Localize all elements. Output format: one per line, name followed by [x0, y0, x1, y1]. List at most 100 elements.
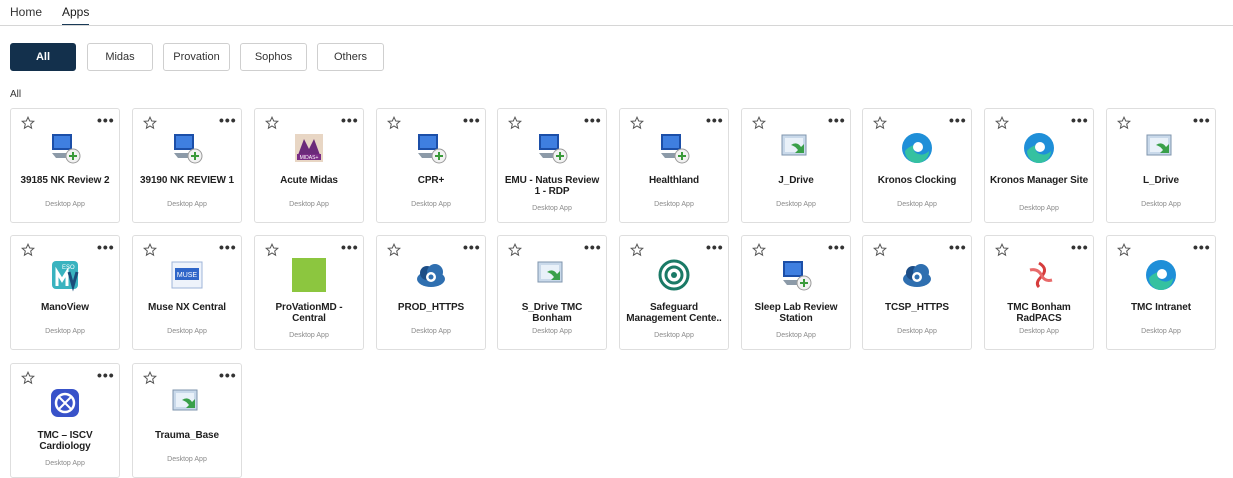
more-options-icon[interactable]: •••	[341, 240, 359, 254]
filter-midas-button[interactable]: Midas	[87, 43, 153, 71]
favorite-star-icon[interactable]	[507, 115, 523, 130]
app-tile[interactable]: ••• EMU - Natus Review 1 - RDP Desktop App	[497, 108, 607, 223]
favorite-star-icon[interactable]	[20, 115, 36, 130]
favorite-star-icon[interactable]	[1116, 242, 1132, 257]
app-name: J_Drive	[778, 175, 814, 186]
app-tile[interactable]: ••• Sleep Lab Review Station Desktop App	[741, 235, 851, 350]
favorite-star-icon[interactable]	[629, 115, 645, 130]
favorite-star-icon[interactable]	[142, 115, 158, 130]
favorite-star-icon[interactable]	[142, 242, 158, 257]
filter-provation-button[interactable]: Provation	[163, 43, 230, 71]
favorite-star-icon[interactable]	[386, 242, 402, 257]
more-options-icon[interactable]: •••	[949, 113, 967, 127]
more-options-icon[interactable]: •••	[341, 113, 359, 127]
app-name: ProVationMD - Central	[275, 302, 343, 324]
filter-sophos-button[interactable]: Sophos	[240, 43, 307, 71]
app-tile[interactable]: ••• PROD_HTTPS Desktop App	[376, 235, 486, 350]
favorite-star-icon[interactable]	[20, 242, 36, 257]
favorite-star-icon[interactable]	[872, 115, 888, 130]
app-type-label: Desktop App	[654, 201, 694, 208]
app-name: Kronos Manager Site	[989, 175, 1089, 186]
svg-text:ESO: ESO	[62, 265, 75, 271]
app-type-label: Desktop App	[167, 456, 207, 463]
favorite-star-icon[interactable]	[264, 242, 280, 257]
app-name: S_Drive TMC Bonham	[521, 302, 583, 324]
safeguard-gear-icon	[657, 258, 691, 292]
favorite-star-icon[interactable]	[751, 115, 767, 130]
more-options-icon[interactable]: •••	[1071, 113, 1089, 127]
more-options-icon[interactable]: •••	[97, 368, 115, 382]
more-options-icon[interactable]: •••	[1193, 240, 1211, 254]
app-name: TMC – ISCV Cardiology	[37, 430, 93, 452]
app-name: PROD_HTTPS	[397, 302, 465, 313]
app-tile[interactable]: ••• ProVationMD - Central Desktop App	[254, 235, 364, 350]
nav-tab-home[interactable]: Home	[10, 5, 42, 19]
app-type-label: Desktop App	[776, 332, 816, 339]
more-options-icon[interactable]: •••	[584, 240, 602, 254]
app-tile[interactable]: ••• Healthland Desktop App	[619, 108, 729, 223]
favorite-star-icon[interactable]	[386, 115, 402, 130]
app-tile[interactable]: ••• TMC Intranet Desktop App	[1106, 235, 1216, 350]
app-type-label: Desktop App	[289, 332, 329, 339]
app-tile[interactable]: ••• TMC Bonham RadPACS Desktop App	[984, 235, 1094, 350]
app-tile[interactable]: ••• 39185 NK Review 2 Desktop App	[10, 108, 120, 223]
more-options-icon[interactable]: •••	[1071, 240, 1089, 254]
more-options-icon[interactable]: •••	[706, 113, 724, 127]
favorite-star-icon[interactable]	[629, 242, 645, 257]
app-name: ManoView	[41, 302, 89, 313]
more-options-icon[interactable]: •••	[1193, 113, 1211, 127]
nav-tab-apps[interactable]: Apps	[62, 5, 90, 26]
muse-logo-icon: MUSE	[170, 258, 204, 292]
app-tile[interactable]: ••• L_Drive Desktop App	[1106, 108, 1216, 223]
favorite-star-icon[interactable]	[994, 242, 1010, 257]
more-options-icon[interactable]: •••	[949, 240, 967, 254]
svg-text:MIDAS+: MIDAS+	[300, 155, 319, 161]
more-options-icon[interactable]: •••	[706, 240, 724, 254]
app-tile[interactable]: ••• Kronos Clocking Desktop App	[862, 108, 972, 223]
more-options-icon[interactable]: •••	[584, 113, 602, 127]
more-options-icon[interactable]: •••	[828, 240, 846, 254]
app-type-label: Desktop App	[897, 328, 937, 335]
app-tile[interactable]: ••• MIDAS+ Acute Midas Desktop App	[254, 108, 364, 223]
folder-shortcut-icon	[1144, 131, 1178, 165]
more-options-icon[interactable]: •••	[219, 368, 237, 382]
app-tile[interactable]: ••• MUSE Muse NX Central Desktop App	[132, 235, 242, 350]
more-options-icon[interactable]: •••	[463, 240, 481, 254]
app-tile[interactable]: ••• Safeguard Management Cente.. Desktop A…	[619, 235, 729, 350]
more-options-icon[interactable]: •••	[219, 113, 237, 127]
edge-browser-icon	[900, 131, 934, 165]
app-name: Muse NX Central	[148, 302, 226, 313]
app-tile[interactable]: ••• ESO ManoView Desktop App	[10, 235, 120, 350]
favorite-star-icon[interactable]	[507, 242, 523, 257]
favorite-star-icon[interactable]	[1116, 115, 1132, 130]
favorite-star-icon[interactable]	[142, 370, 158, 385]
app-tile[interactable]: ••• S_Drive TMC Bonham Desktop App	[497, 235, 607, 350]
favorite-star-icon[interactable]	[751, 242, 767, 257]
app-tile[interactable]: ••• J_Drive Desktop App	[741, 108, 851, 223]
app-type-label: Desktop App	[411, 328, 451, 335]
more-options-icon[interactable]: •••	[828, 113, 846, 127]
favorite-star-icon[interactable]	[994, 115, 1010, 130]
app-tile[interactable]: ••• TMC – ISCV Cardiology Desktop App	[10, 363, 120, 478]
more-options-icon[interactable]: •••	[219, 240, 237, 254]
filter-all-button[interactable]: All	[10, 43, 76, 71]
favorite-star-icon[interactable]	[264, 115, 280, 130]
favorite-star-icon[interactable]	[20, 370, 36, 385]
more-options-icon[interactable]: •••	[97, 240, 115, 254]
app-tile[interactable]: ••• Kronos Manager Site Desktop App	[984, 108, 1094, 223]
app-name: 39190 NK REVIEW 1	[140, 175, 234, 186]
rdp-computer-icon	[535, 131, 569, 165]
favorite-star-icon[interactable]	[872, 242, 888, 257]
app-type-label: Desktop App	[776, 201, 816, 208]
app-name: EMU - Natus Review 1 - RDP	[504, 175, 600, 197]
filter-others-button[interactable]: Others	[317, 43, 384, 71]
app-tile[interactable]: ••• Trauma_Base Desktop App	[132, 363, 242, 478]
app-tile[interactable]: ••• TCSP_HTTPS Desktop App	[862, 235, 972, 350]
app-tile[interactable]: ••• CPR+ Desktop App	[376, 108, 486, 223]
more-options-icon[interactable]: •••	[463, 113, 481, 127]
app-type-label: Desktop App	[289, 201, 329, 208]
cloud-gear-icon	[900, 258, 934, 292]
app-tile[interactable]: ••• 39190 NK REVIEW 1 Desktop App	[132, 108, 242, 223]
rdp-computer-icon	[170, 131, 204, 165]
more-options-icon[interactable]: •••	[97, 113, 115, 127]
